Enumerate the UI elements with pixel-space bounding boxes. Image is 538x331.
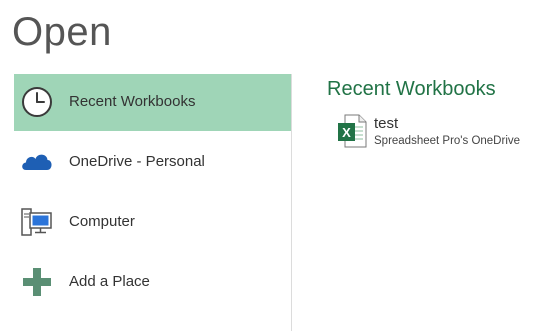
file-location: Spreadsheet Pro's OneDrive bbox=[374, 135, 521, 147]
places-list: Recent Workbooks OneDrive - Personal Com… bbox=[14, 74, 291, 331]
clock-icon bbox=[20, 85, 54, 119]
svg-text:X: X bbox=[342, 125, 351, 140]
cloud-icon bbox=[20, 145, 54, 179]
nav-item-label: Computer bbox=[69, 213, 135, 230]
nav-item-label: OneDrive - Personal bbox=[69, 153, 205, 170]
nav-item-onedrive-personal[interactable]: OneDrive - Personal bbox=[14, 134, 291, 191]
nav-item-label: Recent Workbooks bbox=[69, 93, 196, 110]
computer-icon bbox=[20, 205, 54, 239]
nav-item-label: Add a Place bbox=[69, 273, 150, 290]
divider bbox=[291, 74, 292, 331]
section-title: Recent Workbooks bbox=[327, 78, 496, 100]
nav-item-add-a-place[interactable]: Add a Place bbox=[14, 254, 291, 311]
file-name: test bbox=[374, 115, 399, 132]
plus-icon bbox=[20, 265, 54, 299]
recent-file-item[interactable]: X test Spreadsheet Pro's OneDrive bbox=[337, 112, 532, 154]
nav-item-computer[interactable]: Computer bbox=[14, 194, 291, 251]
excel-file-icon: X bbox=[337, 114, 367, 148]
nav-item-recent-workbooks[interactable]: Recent Workbooks bbox=[14, 74, 291, 131]
page-title: Open bbox=[12, 10, 112, 54]
